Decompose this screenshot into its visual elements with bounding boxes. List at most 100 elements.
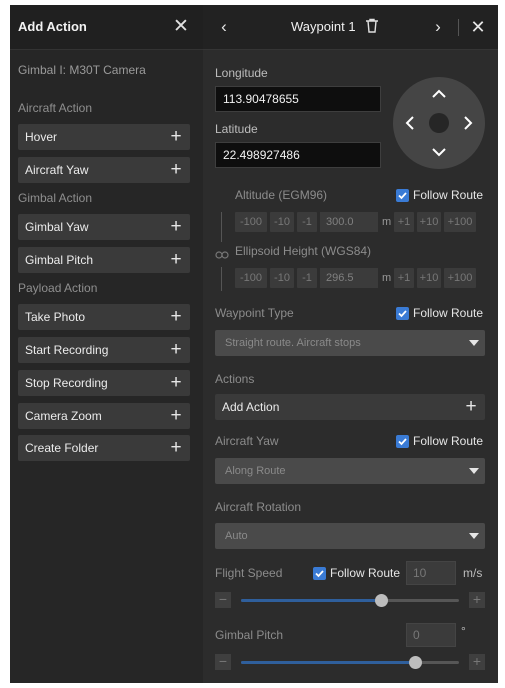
- checkbox-icon: [396, 188, 409, 202]
- position-joystick[interactable]: [393, 77, 485, 169]
- ellipsoid-minus-1[interactable]: -1: [297, 268, 317, 288]
- gimbal-pitch-unit: °: [461, 624, 466, 638]
- longitude-input[interactable]: [215, 86, 381, 112]
- altitude-value[interactable]: 300.0: [320, 212, 378, 232]
- caret-down-icon: [469, 468, 479, 474]
- header-divider: [458, 19, 459, 36]
- start-recording-button[interactable]: Start Recording +: [18, 337, 190, 363]
- chevron-right-icon[interactable]: ›: [425, 14, 451, 40]
- gimbal-pitch-input[interactable]: [406, 623, 456, 647]
- action-label: Gimbal Yaw: [25, 220, 89, 234]
- altitude-plus-100[interactable]: +100: [444, 212, 476, 232]
- select-value: Straight route. Aircraft stops: [225, 337, 361, 349]
- flight-speed-label: Flight Speed: [215, 566, 283, 580]
- action-label: Take Photo: [25, 310, 86, 324]
- waypoint-type-select[interactable]: Straight route. Aircraft stops: [215, 330, 485, 356]
- slider-thumb[interactable]: [374, 594, 388, 607]
- altitude-plus-1[interactable]: +1: [394, 212, 414, 232]
- gimbal-pitch-slider[interactable]: − +: [215, 654, 485, 672]
- checkbox-label: Follow Route: [413, 306, 484, 320]
- altitude-unit: m: [382, 216, 392, 228]
- action-label: Create Folder: [25, 441, 99, 455]
- minus-icon[interactable]: −: [215, 654, 231, 670]
- latitude-label: Latitude: [215, 122, 258, 136]
- longitude-label: Longitude: [215, 66, 268, 80]
- ellipsoid-plus-10[interactable]: +10: [417, 268, 441, 288]
- trash-icon[interactable]: [365, 18, 379, 34]
- slider-fill: [241, 661, 416, 664]
- altitude-minus-100[interactable]: -100: [235, 212, 267, 232]
- chevron-down-icon[interactable]: [428, 141, 450, 163]
- slider-thumb[interactable]: [409, 656, 423, 669]
- waypoint-header: ‹ Waypoint 1 › ✕: [203, 5, 498, 50]
- chevron-up-icon[interactable]: [428, 83, 450, 105]
- select-value: Along Route: [225, 465, 286, 477]
- chevron-left-icon[interactable]: [399, 112, 421, 134]
- waypoint-panel: ‹ Waypoint 1 › ✕ Longitude Latitude: [203, 5, 498, 683]
- action-label: Gimbal Pitch: [25, 253, 94, 267]
- flight-speed-slider[interactable]: − +: [215, 592, 485, 610]
- altitude-minus-10[interactable]: -10: [270, 212, 294, 232]
- flight-speed-follow-route-checkbox[interactable]: Follow Route: [313, 566, 400, 580]
- waypoint-type-follow-route-checkbox[interactable]: Follow Route: [396, 306, 483, 320]
- plus-icon: +: [170, 405, 182, 426]
- altitude-bracket: [221, 212, 231, 242]
- create-folder-button[interactable]: Create Folder +: [18, 435, 190, 461]
- minus-icon[interactable]: −: [215, 592, 231, 608]
- checkbox-label: Follow Route: [413, 188, 484, 202]
- close-icon[interactable]: ✕: [465, 14, 491, 40]
- slider-track[interactable]: [241, 656, 459, 669]
- latitude-input[interactable]: [215, 142, 381, 168]
- plus-icon: +: [170, 126, 182, 147]
- stop-recording-button[interactable]: Stop Recording +: [18, 370, 190, 396]
- close-icon[interactable]: ✕: [167, 13, 195, 41]
- aircraft-yaw-label: Aircraft Yaw: [215, 434, 279, 448]
- action-label: Stop Recording: [25, 376, 108, 390]
- aircraft-yaw-select[interactable]: Along Route: [215, 458, 485, 484]
- checkbox-icon: [313, 566, 326, 580]
- aircraft-rotation-select[interactable]: Auto: [215, 523, 485, 549]
- slider-track[interactable]: [241, 594, 459, 607]
- flight-speed-input[interactable]: [406, 561, 456, 585]
- take-photo-button[interactable]: Take Photo +: [18, 304, 190, 330]
- ellipsoid-plus-100[interactable]: +100: [444, 268, 476, 288]
- section-payload-action: Payload Action: [18, 281, 98, 295]
- flight-speed-unit: m/s: [463, 566, 483, 580]
- add-action-panel: Add Action ✕ Gimbal I: M30T Camera Aircr…: [10, 5, 203, 683]
- hover-button[interactable]: Hover +: [18, 124, 190, 150]
- plus-icon: +: [170, 216, 182, 237]
- checkbox-label: Follow Route: [413, 434, 484, 448]
- altitude-label: Altitude (EGM96): [235, 188, 328, 202]
- joystick-center: [429, 113, 449, 133]
- plus-icon[interactable]: +: [469, 654, 485, 670]
- ellipsoid-value[interactable]: 296.5: [320, 268, 378, 288]
- caret-down-icon: [469, 533, 479, 539]
- aircraft-rotation-label: Aircraft Rotation: [215, 500, 302, 514]
- chevron-left-icon[interactable]: ‹: [211, 14, 237, 40]
- gimbal-pitch-button[interactable]: Gimbal Pitch +: [18, 247, 190, 273]
- plus-icon: +: [170, 159, 182, 180]
- ellipsoid-minus-10[interactable]: -10: [270, 268, 294, 288]
- checkbox-label: Follow Route: [330, 566, 401, 580]
- altitude-plus-10[interactable]: +10: [417, 212, 441, 232]
- ellipsoid-minus-100[interactable]: -100: [235, 268, 267, 288]
- plus-icon: +: [465, 396, 477, 417]
- camera-zoom-button[interactable]: Camera Zoom +: [18, 403, 190, 429]
- aircraft-yaw-follow-route-checkbox[interactable]: Follow Route: [396, 434, 483, 448]
- plus-icon[interactable]: +: [469, 592, 485, 608]
- add-action-button[interactable]: Add Action +: [215, 394, 485, 420]
- ellipsoid-plus-1[interactable]: +1: [394, 268, 414, 288]
- checkbox-icon: [396, 434, 409, 448]
- altitude-follow-route-checkbox[interactable]: Follow Route: [396, 188, 483, 202]
- chevron-right-icon[interactable]: [457, 112, 479, 134]
- aircraft-yaw-button[interactable]: Aircraft Yaw +: [18, 157, 190, 183]
- gimbal-yaw-button[interactable]: Gimbal Yaw +: [18, 214, 190, 240]
- plus-icon: +: [170, 437, 182, 458]
- gimbal-label: Gimbal I: M30T Camera: [18, 63, 146, 77]
- actions-label: Actions: [215, 372, 255, 386]
- add-action-header: Add Action ✕: [10, 5, 203, 50]
- slider-fill: [241, 599, 381, 602]
- waypoint-type-label: Waypoint Type: [215, 306, 294, 320]
- ellipsoid-bracket: [221, 267, 231, 291]
- altitude-minus-1[interactable]: -1: [297, 212, 317, 232]
